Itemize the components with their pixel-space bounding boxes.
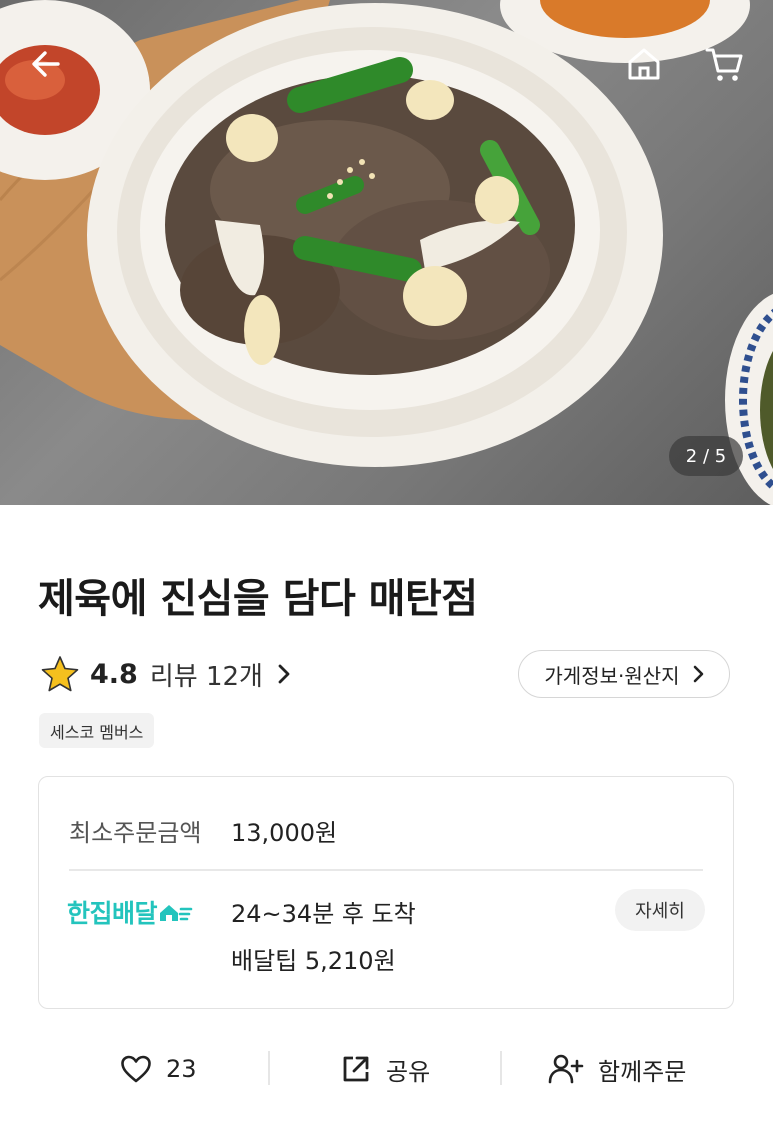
group-order-label: 함께주문 bbox=[598, 1057, 687, 1086]
store-info-origin-button[interactable]: 가게정보·원산지 bbox=[518, 650, 730, 698]
store-info-label: 가게정보·원산지 bbox=[544, 663, 680, 688]
delivery-house-icon bbox=[160, 905, 193, 921]
delivery-brand-label: 한집배달 bbox=[67, 899, 158, 928]
rating-row: 4.8 리뷰 12개 bbox=[40, 652, 291, 696]
arrival-time: 24~34분 후 도착 bbox=[231, 900, 416, 928]
back-button[interactable] bbox=[22, 40, 70, 88]
share-icon bbox=[343, 1056, 369, 1082]
rating-value: 4.8 bbox=[90, 658, 138, 690]
image-counter: 2 / 5 bbox=[669, 436, 743, 476]
like-count: 23 bbox=[166, 1055, 197, 1083]
heart-icon bbox=[121, 1055, 151, 1083]
chevron-right-icon bbox=[278, 664, 290, 684]
share-button[interactable]: 공유 bbox=[340, 1040, 430, 1098]
divider bbox=[69, 869, 703, 871]
delivery-brand-logo: 한집배달 bbox=[67, 894, 195, 930]
group-order-button[interactable]: 함께주문 bbox=[548, 1040, 686, 1098]
cart-button[interactable] bbox=[700, 40, 748, 88]
min-order-value: 13,000원 bbox=[231, 819, 338, 847]
star-icon bbox=[41, 656, 79, 692]
like-button[interactable]: 23 bbox=[120, 1040, 197, 1098]
delivery-tip: 배달팁 5,210원 bbox=[231, 947, 396, 975]
action-bar: 23 공유 함께주문 bbox=[0, 1040, 773, 1098]
min-order-label: 최소주문금액 bbox=[69, 819, 202, 847]
home-icon bbox=[628, 48, 660, 80]
home-button[interactable] bbox=[620, 40, 668, 88]
chevron-right-icon bbox=[693, 665, 703, 683]
review-link[interactable]: 리뷰 12개 bbox=[150, 656, 291, 693]
cesco-member-badge: 세스코 멤버스 bbox=[39, 713, 155, 748]
order-info-card: 최소주문금액 13,000원 한집배달 24~34분 후 도착 배달팁 5,21… bbox=[38, 776, 734, 1009]
review-count-label: 리뷰 12개 bbox=[149, 661, 263, 692]
add-person-icon bbox=[548, 1054, 584, 1084]
hero-image-carousel[interactable]: 2 / 5 bbox=[0, 0, 773, 505]
cart-icon bbox=[705, 48, 743, 81]
separator bbox=[268, 1051, 270, 1085]
store-name: 제육에 진심을 담다 매탄점 bbox=[38, 576, 478, 622]
share-label: 공유 bbox=[386, 1057, 431, 1086]
delivery-detail-button[interactable]: 자세히 bbox=[615, 889, 705, 931]
arrow-left-icon bbox=[32, 51, 60, 77]
separator bbox=[500, 1051, 502, 1085]
